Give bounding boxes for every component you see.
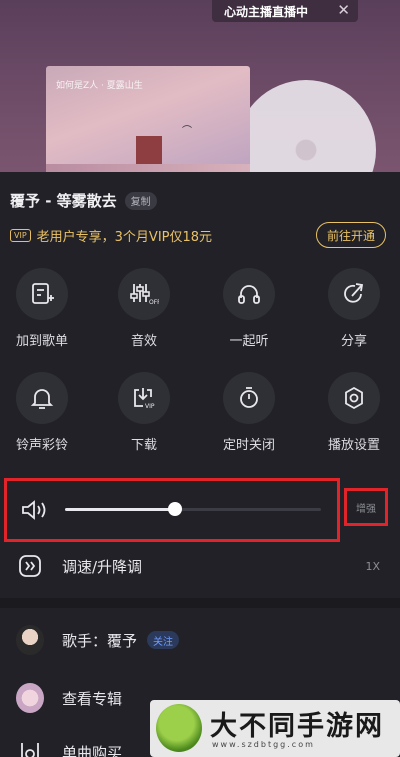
volume-control: [4, 478, 340, 542]
action-label: 音效: [130, 334, 157, 349]
artist-avatar: [16, 625, 44, 655]
artist-label: 歌手：覆予: [62, 631, 138, 650]
vinyl-disc: [236, 80, 376, 178]
section-divider: [0, 598, 400, 608]
volume-slider[interactable]: [65, 502, 321, 516]
site-watermark: 大不同手游网 www.szdbtgg.com: [150, 700, 400, 757]
add-playlist-icon: [16, 268, 68, 320]
purchase-icon: [16, 740, 44, 757]
action-label: 播放设置: [327, 438, 380, 453]
album-thumb: [16, 683, 44, 713]
timer-icon: [223, 372, 275, 424]
download-vip-icon: VIP: [118, 372, 170, 424]
album-cover: 如何是Z人 · 夏露山生 ⌒: [46, 66, 250, 178]
album-cover-text: 如何是Z人 · 夏露山生: [56, 81, 143, 91]
action-sound-effect[interactable]: OFF 音效: [104, 268, 184, 349]
bell-icon: [16, 372, 68, 424]
action-add-to-playlist[interactable]: 加到歌单: [2, 268, 82, 349]
volume-icon[interactable]: [19, 498, 49, 526]
watermark-title: 大不同手游网: [210, 711, 384, 742]
song-title: 覆予 - 等雾散去: [10, 192, 117, 210]
vip-open-button[interactable]: 前往开通: [315, 222, 386, 248]
more-options-sheet: 覆予 - 等雾散去 复制 VIP 老用户专享，3个月VIP仅18元 前往开通 加…: [0, 172, 400, 757]
speed-icon: [16, 554, 44, 578]
action-ringtone[interactable]: 铃声彩铃: [2, 372, 82, 453]
vip-badge: VIP: [10, 228, 31, 242]
view-album-label: 查看专辑: [62, 689, 123, 708]
close-icon[interactable]: ✕: [337, 1, 350, 19]
follow-button[interactable]: 关注: [147, 631, 180, 649]
svg-text:OFF: OFF: [149, 299, 159, 306]
action-label: 分享: [340, 334, 367, 349]
live-banner[interactable]: 心动主播直播中 ✕: [212, 0, 358, 22]
watermark-leaf-logo: [156, 704, 202, 752]
album-art-bird: ⌒: [182, 126, 192, 137]
volume-knob[interactable]: [168, 502, 182, 516]
action-label: 铃声彩铃: [15, 438, 68, 453]
action-playback-settings[interactable]: 播放设置: [314, 372, 394, 453]
headphones-icon: [223, 268, 275, 320]
settings-icon: [328, 372, 380, 424]
volume-fill: [65, 508, 175, 511]
watermark-url: www.szdbtgg.com: [212, 740, 315, 749]
vip-promo-text: 老用户专享，3个月VIP仅18元: [36, 229, 213, 245]
action-share[interactable]: 分享: [314, 268, 394, 349]
action-label: 定时关闭: [222, 438, 275, 453]
live-banner-label: 心动主播直播中: [224, 4, 309, 19]
artist-row[interactable]: 歌手：覆予 关注: [0, 618, 400, 662]
album-art-house: [136, 136, 162, 166]
action-label: 下载: [130, 438, 157, 453]
speed-pitch-label: 调速/升降调: [62, 557, 143, 576]
single-purchase-label: 单曲购买: [62, 743, 123, 757]
share-icon: [328, 268, 380, 320]
speed-pitch-row[interactable]: 调速/升降调 1X: [0, 544, 400, 588]
song-info: 覆予 - 等雾散去 复制: [10, 190, 157, 211]
action-download[interactable]: VIP 下载: [104, 372, 184, 453]
action-label: 加到歌单: [15, 334, 68, 349]
vip-promo: VIP 老用户专享，3个月VIP仅18元 前往开通: [10, 222, 386, 248]
action-listen-together[interactable]: 一起听: [209, 268, 289, 349]
sound-effect-icon: OFF: [118, 268, 170, 320]
speed-value: 1X: [365, 559, 380, 573]
svg-text:VIP: VIP: [145, 403, 155, 410]
action-sleep-timer[interactable]: 定时关闭: [209, 372, 289, 453]
volume-boost-button[interactable]: 增强: [344, 488, 388, 526]
action-label: 一起听: [229, 334, 269, 349]
album-backdrop: 心动主播直播中 ✕ 如何是Z人 · 夏露山生 ⌒: [0, 0, 400, 178]
copy-button[interactable]: 复制: [124, 191, 157, 210]
